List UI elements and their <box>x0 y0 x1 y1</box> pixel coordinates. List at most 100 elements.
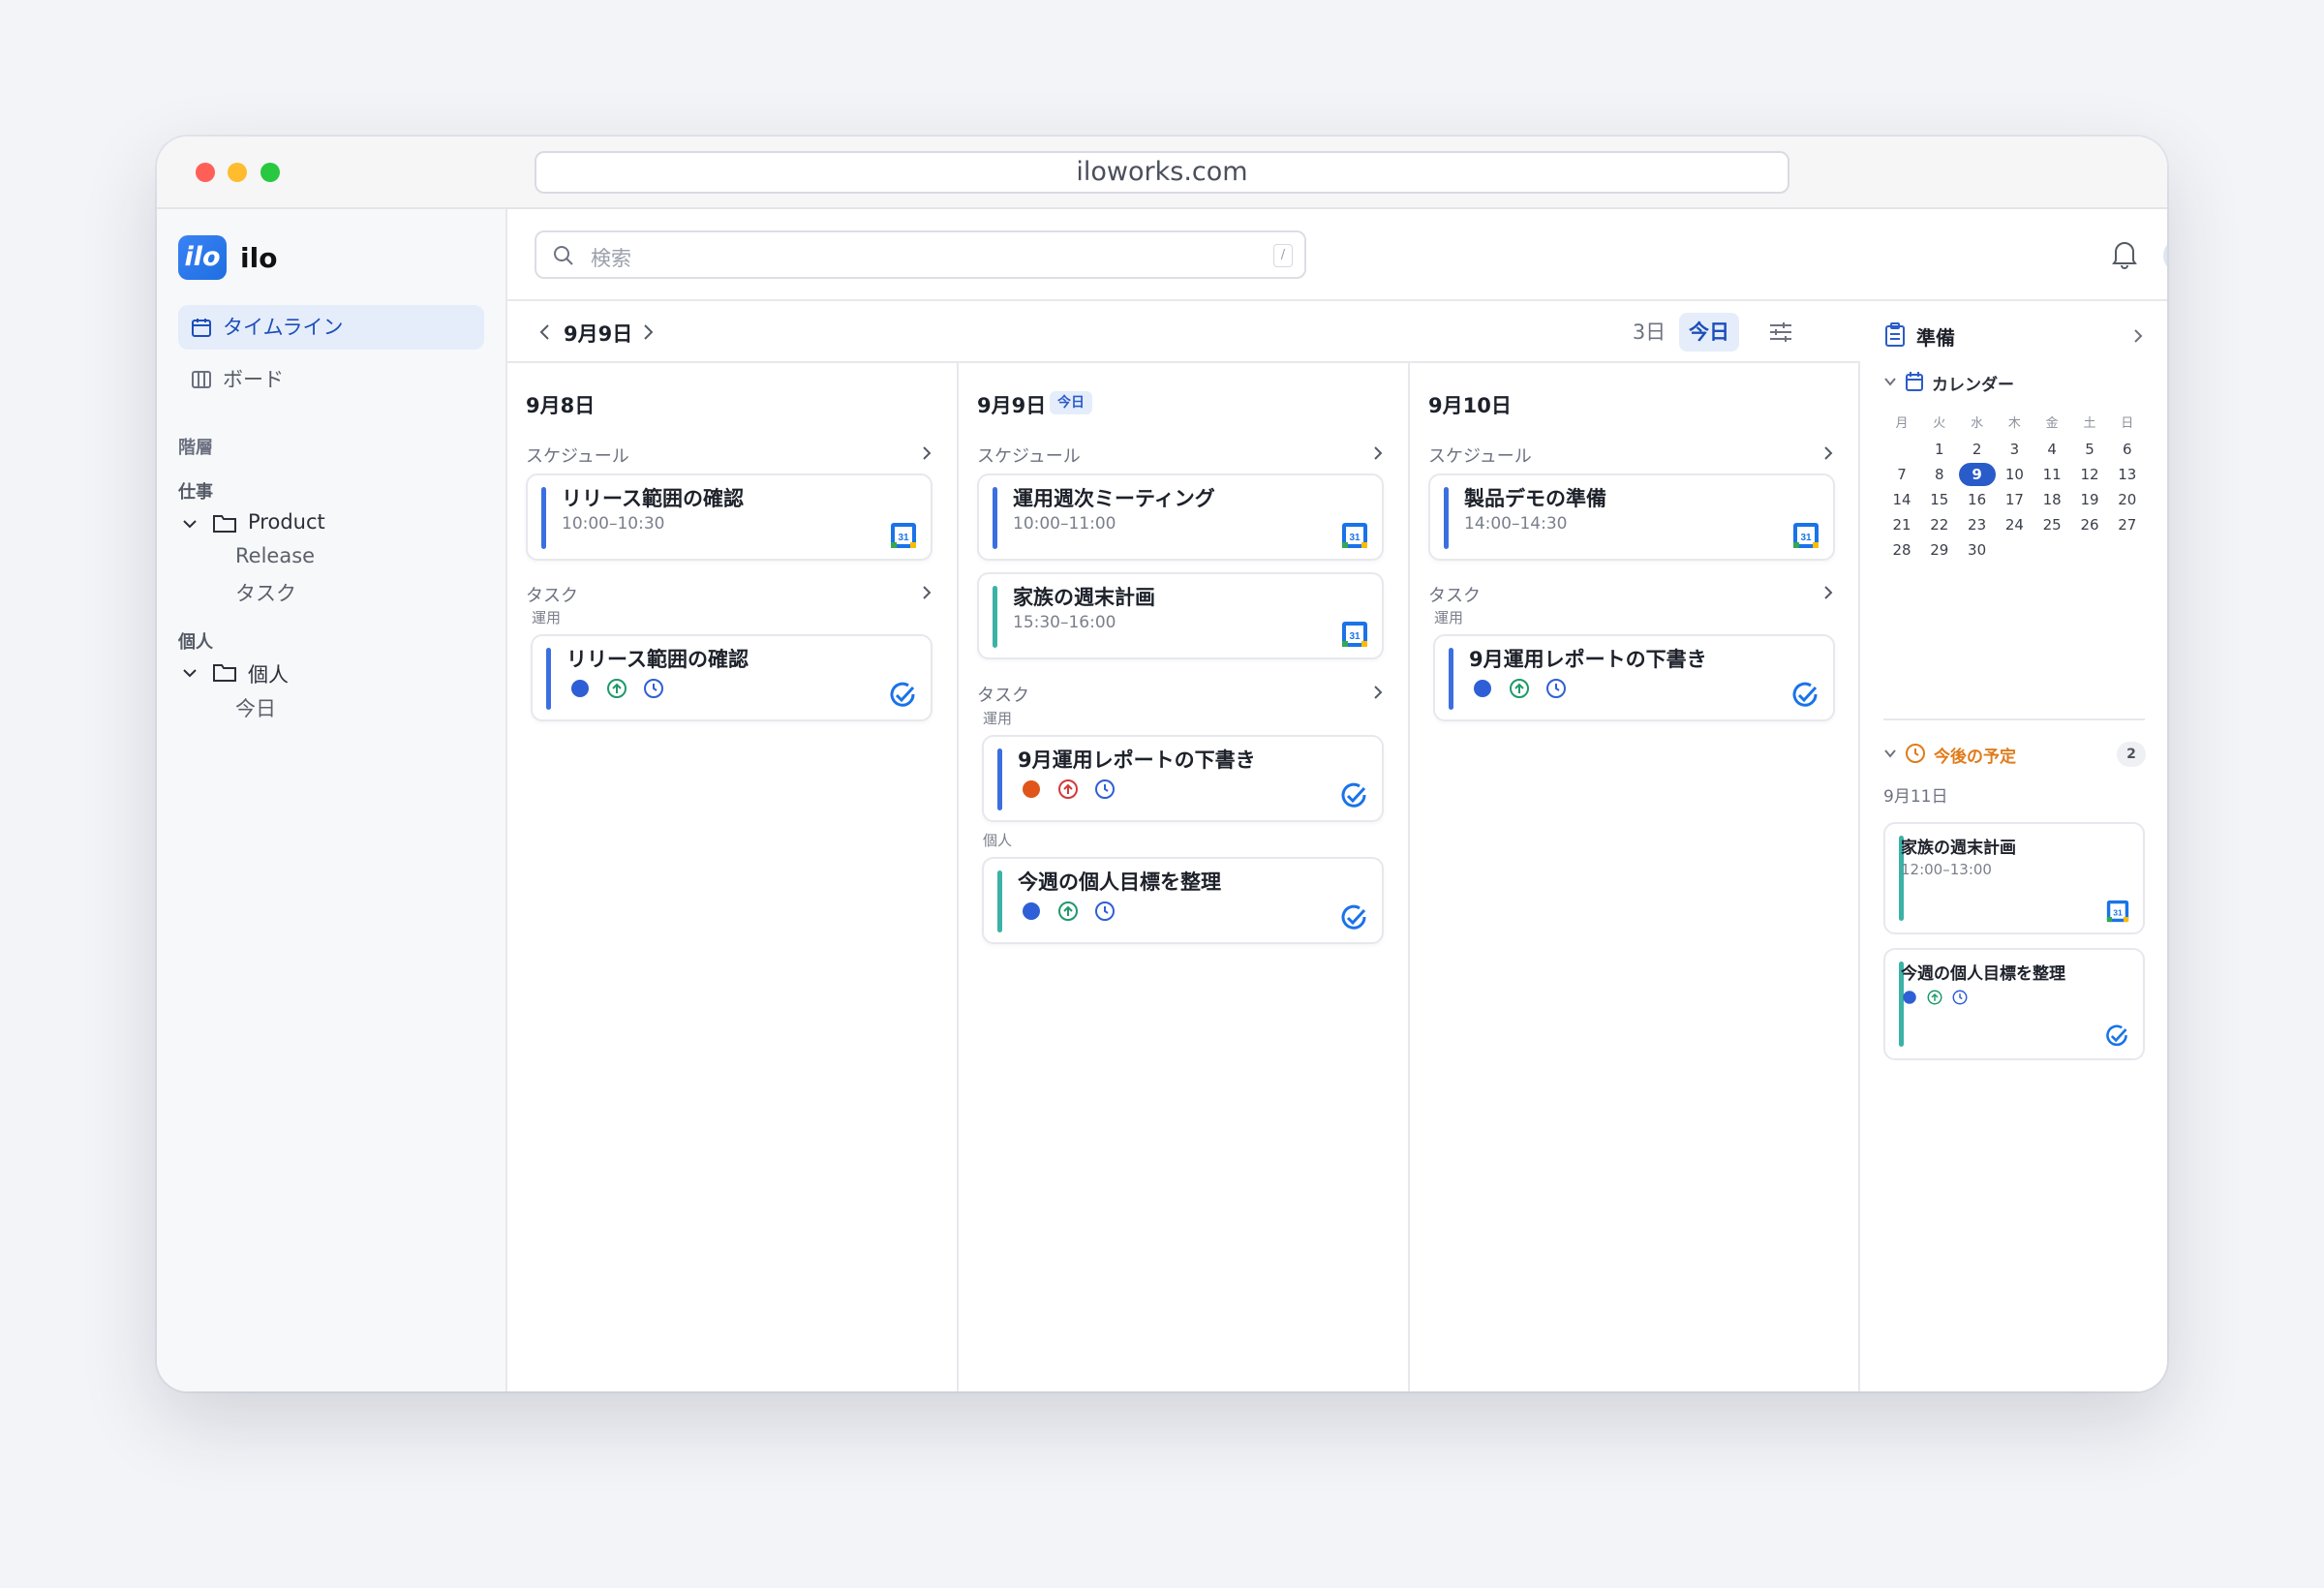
calendar-day[interactable]: 2 <box>1959 438 1996 461</box>
priority-dot-icon <box>1903 991 1916 1004</box>
search-input[interactable]: 検索 <box>591 243 631 272</box>
calendar-day[interactable]: 13 <box>2109 463 2146 486</box>
calendar-day-selected[interactable]: 9 <box>1958 463 1996 486</box>
upcoming-title: 今週の個人目標を整理 <box>1901 964 2065 984</box>
arrow-up-circle-icon <box>607 679 627 698</box>
schedule-label: スケジュール <box>526 446 629 467</box>
calendar-day[interactable]: 26 <box>2071 513 2108 536</box>
task-check-icon[interactable] <box>1339 903 1368 932</box>
schedule-card[interactable]: 家族の週末計画 15:30–16:00 31 <box>977 572 1384 659</box>
calendar-day[interactable]: 3 <box>1996 438 2033 461</box>
task-check-icon[interactable] <box>1339 781 1368 810</box>
calendar-weekday: 火 <box>1933 416 1946 431</box>
view-today-button[interactable]: 今日 <box>1679 313 1739 351</box>
calendar-day[interactable]: 7 <box>1883 463 1920 486</box>
clock-icon <box>1095 779 1115 799</box>
chevron-right-icon[interactable] <box>1371 444 1385 462</box>
calendar-day[interactable]: 21 <box>1883 513 1920 536</box>
nav-timeline[interactable]: タイムライン <box>178 305 484 350</box>
task-check-icon[interactable] <box>2104 1023 2129 1049</box>
address-bar[interactable]: iloworks.com <box>535 151 1789 194</box>
sidebar: ilo ilo タイムライン ボード 階層 仕事 Product Release… <box>157 209 507 1391</box>
calendar-day[interactable]: 15 <box>1921 488 1958 511</box>
column-date: 9月9日 <box>977 394 1047 417</box>
tree-item-today[interactable]: 今日 <box>235 693 276 722</box>
chevron-down-icon[interactable] <box>180 514 199 534</box>
maximize-window-button[interactable] <box>260 163 280 182</box>
chevron-right-icon[interactable] <box>920 584 933 601</box>
upcoming-section-header[interactable]: 今後の予定 <box>1883 743 2016 767</box>
calendar-day[interactable]: 10 <box>1996 463 2033 486</box>
calendar-day[interactable]: 17 <box>1996 488 2033 511</box>
calendar-day[interactable]: 16 <box>1959 488 1996 511</box>
chevron-left-icon[interactable] <box>536 322 554 342</box>
task-title: 今週の個人目標を整理 <box>1018 870 1221 894</box>
calendar-day[interactable]: 23 <box>1959 513 1996 536</box>
calendar-day[interactable]: 22 <box>1921 513 1958 536</box>
clipboard-icon <box>1885 322 1905 347</box>
google-calendar-icon: 31 <box>1793 523 1819 548</box>
calendar-day[interactable]: 25 <box>2034 513 2070 536</box>
calendar-day[interactable]: 20 <box>2109 488 2146 511</box>
task-title: 9月運用レポートの下書き <box>1018 748 1256 772</box>
chevron-right-icon[interactable] <box>1371 684 1385 701</box>
calendar-day[interactable]: 12 <box>2071 463 2108 486</box>
filter-settings-icon[interactable] <box>1768 321 1793 344</box>
tree-folder-product[interactable]: Product <box>248 510 325 534</box>
schedule-card[interactable]: リリース範囲の確認 10:00–10:30 31 <box>526 473 933 561</box>
task-card[interactable]: 9月運用レポートの下書き <box>982 735 1384 822</box>
schedule-time: 10:00–10:30 <box>562 514 665 534</box>
board-icon <box>192 371 211 388</box>
calendar-day[interactable]: 27 <box>2109 513 2146 536</box>
group-label-personal: 個人 <box>178 632 213 653</box>
chevron-down-icon <box>1884 749 1896 758</box>
calendar-day[interactable]: 8 <box>1921 463 1958 486</box>
chevron-right-icon[interactable] <box>639 322 657 342</box>
calendar-day[interactable]: 30 <box>1959 538 1996 562</box>
tree-folder-personal[interactable]: 個人 <box>248 659 289 688</box>
calendar-day[interactable]: 24 <box>1996 513 2033 536</box>
calendar-day[interactable]: 1 <box>1921 438 1958 461</box>
schedule-card[interactable]: 製品デモの準備 14:00–14:30 31 <box>1428 473 1835 561</box>
chevron-right-icon[interactable] <box>920 444 933 462</box>
schedule-label: スケジュール <box>1428 446 1532 467</box>
bell-icon[interactable] <box>2110 238 2139 269</box>
calendar-day[interactable]: 14 <box>1883 488 1920 511</box>
calendar-section-header[interactable]: カレンダー <box>1883 371 2014 395</box>
svg-text:31: 31 <box>1349 631 1361 642</box>
calendar-day[interactable]: 28 <box>1883 538 1920 562</box>
calendar-day[interactable]: 29 <box>1921 538 1958 562</box>
upcoming-task-card[interactable]: 今週の個人目標を整理 <box>1883 948 2145 1060</box>
schedule-time: 15:30–16:00 <box>1013 613 1116 632</box>
chevron-right-icon[interactable] <box>2132 328 2144 344</box>
schedule-card[interactable]: 運用週次ミーティング 10:00–11:00 31 <box>977 473 1384 561</box>
calendar-day[interactable]: 18 <box>2034 488 2070 511</box>
calendar-day[interactable]: 5 <box>2071 438 2108 461</box>
calendar-day[interactable]: 4 <box>2034 438 2070 461</box>
task-label: タスク <box>526 586 578 606</box>
search-box[interactable]: 検索 / <box>535 230 1306 279</box>
calendar-icon <box>1906 372 1923 391</box>
tree-item-release[interactable]: Release <box>235 544 315 567</box>
chevron-right-icon[interactable] <box>1821 444 1835 462</box>
upcoming-schedule-card[interactable]: 家族の週末計画 12:00–13:00 31 <box>1883 822 2145 934</box>
task-group-label: 運用 <box>532 609 562 626</box>
chevron-right-icon[interactable] <box>1821 584 1835 601</box>
avatar[interactable] <box>2163 238 2167 273</box>
minimize-window-button[interactable] <box>228 163 247 182</box>
tree-item-task[interactable]: タスク <box>235 578 296 607</box>
task-check-icon[interactable] <box>888 681 917 710</box>
task-card[interactable]: リリース範囲の確認 <box>531 634 933 721</box>
view-3day-button[interactable]: 3日 <box>1625 313 1673 351</box>
calendar-day[interactable]: 19 <box>2071 488 2108 511</box>
task-card[interactable]: 9月運用レポートの下書き <box>1433 634 1835 721</box>
nav-board[interactable]: ボード <box>178 357 484 402</box>
chevron-down-icon[interactable] <box>180 663 199 683</box>
close-window-button[interactable] <box>196 163 215 182</box>
calendar-day[interactable]: 11 <box>2034 463 2070 486</box>
calendar-day[interactable]: 6 <box>2109 438 2146 461</box>
task-card[interactable]: 今週の個人目標を整理 <box>982 857 1384 944</box>
folder-icon <box>213 515 236 533</box>
task-group-label: 運用 <box>983 710 1013 727</box>
task-check-icon[interactable] <box>1790 681 1819 710</box>
